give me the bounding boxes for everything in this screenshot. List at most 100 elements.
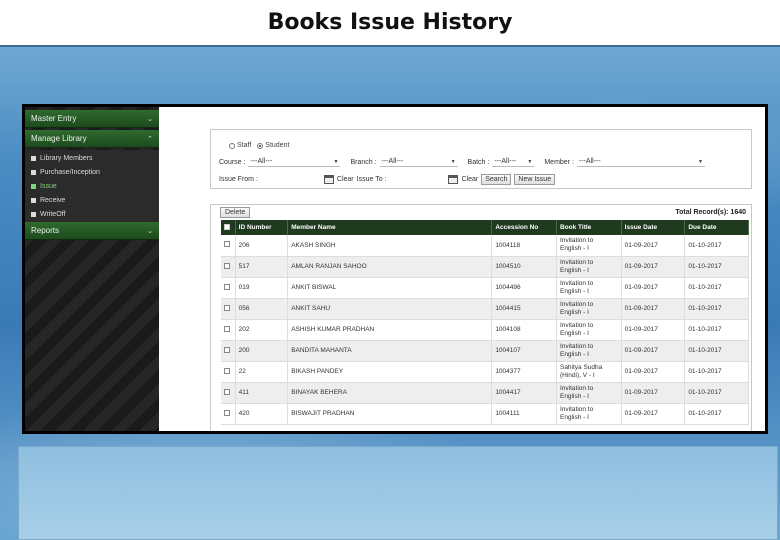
- radio-student[interactable]: Student: [257, 142, 289, 149]
- column-header-member-name[interactable]: Member Name: [287, 220, 493, 235]
- app-screenshot: Master Entry ⌄ Manage Library ⌃ Library …: [22, 104, 768, 434]
- branch-label: Branch :: [350, 158, 377, 166]
- dropdown-arrow-icon: ▼: [450, 158, 456, 165]
- member-select[interactable]: ---All--- ▼: [576, 157, 705, 167]
- column-header-due-date[interactable]: Due Date: [684, 220, 749, 235]
- accession-no-cell: 1004107: [491, 340, 557, 362]
- calendar-icon[interactable]: [448, 175, 459, 184]
- search-button[interactable]: Search: [481, 174, 512, 185]
- book-title-cell: Invitation to English - I: [556, 319, 622, 341]
- branch-select[interactable]: ---All--- ▼: [379, 157, 458, 167]
- book-title-line: Invitation to: [559, 405, 594, 413]
- filter-row: Course : ---All--- ▼ Branch : ---All--- …: [219, 157, 715, 167]
- sidebar-section-label: Reports: [31, 226, 60, 235]
- due-date-cell: 01-10-2017: [684, 382, 749, 404]
- row-select-cell: [221, 256, 236, 278]
- row-checkbox[interactable]: [224, 325, 230, 332]
- date-filter-row: Issue From : Clear Issue To : Clear Sear…: [219, 174, 556, 185]
- book-title-line: Invitation to: [559, 384, 594, 392]
- table-row[interactable]: 517 AMLAN RANJAN SAHOO 1004510 Invitation t…: [221, 256, 749, 278]
- issue-to-label: Issue To :: [356, 176, 387, 183]
- row-checkbox[interactable]: [224, 409, 230, 416]
- clear-issue-to-link[interactable]: Clear: [461, 176, 478, 183]
- sidebar-item-label: Library Members: [40, 154, 93, 162]
- radio-staff[interactable]: Staff: [229, 142, 251, 149]
- book-title-line: Invitation to: [559, 321, 594, 329]
- book-title-cell: Invitation to English - I: [556, 235, 622, 257]
- book-title-line: English - I: [559, 245, 589, 253]
- column-header-book-title[interactable]: Book Title: [556, 220, 622, 235]
- id-cell: 019: [235, 277, 289, 299]
- row-checkbox[interactable]: [224, 262, 230, 269]
- row-checkbox[interactable]: [224, 367, 230, 374]
- book-title-line: English - I: [559, 413, 589, 421]
- row-checkbox[interactable]: [224, 346, 230, 353]
- book-title-line: Invitation to: [559, 300, 594, 308]
- book-title-line: English - I: [559, 392, 589, 400]
- row-checkbox[interactable]: [224, 388, 230, 395]
- book-title-line: Sahitya Sudha: [559, 363, 603, 371]
- table-header-row: ID Number Member Name Accession No Book …: [221, 220, 749, 235]
- book-title-line: Invitation to: [559, 237, 594, 245]
- row-select-cell: [221, 340, 236, 362]
- new-issue-button[interactable]: New Issue: [514, 174, 556, 185]
- sidebar-item-writeoff[interactable]: WriteOff: [25, 207, 159, 221]
- due-date-cell: 01-10-2017: [684, 256, 749, 278]
- book-title-cell: Invitation to English - I: [556, 382, 622, 404]
- sidebar-section-label: Manage Library: [31, 134, 87, 143]
- accession-no-cell: 1004377: [491, 361, 557, 383]
- issue-date-cell: 01-09-2017: [621, 319, 686, 341]
- column-header-id[interactable]: ID Number: [235, 220, 289, 235]
- column-header-accession-no[interactable]: Accession No: [491, 220, 557, 235]
- table-row[interactable]: 200 BANDITA MAHANTA 1004107 Invitation to En…: [221, 340, 749, 362]
- sidebar-item-purchase-inception[interactable]: Purchase/Inception: [25, 165, 159, 179]
- delete-button[interactable]: Delete: [220, 207, 251, 218]
- clear-issue-from-link[interactable]: Clear: [337, 176, 354, 183]
- sidebar-item-receive[interactable]: Receive: [25, 193, 159, 207]
- select-all-checkbox[interactable]: [224, 223, 230, 230]
- member-name-cell: ANKIT BISWAL: [287, 277, 493, 299]
- issue-date-cell: 01-09-2017: [621, 277, 686, 299]
- sidebar-section-reports[interactable]: Reports ⌄: [25, 222, 159, 240]
- sidebar-section-manage-library[interactable]: Manage Library ⌃: [25, 130, 159, 148]
- table-row[interactable]: 202 ASHISH KUMAR PRADHAN 1004108 Invitation…: [221, 319, 749, 341]
- table-row[interactable]: 22 BIKASH PANDEY 1004377 Sahitya Sudha (Hind…: [221, 361, 749, 383]
- issue-history-table-panel: Delete Total Record(s): 1640 ID Number M…: [210, 204, 752, 431]
- row-checkbox[interactable]: [224, 241, 230, 248]
- book-title-line: (Hindi), V - I: [559, 371, 595, 379]
- member-name-cell: ASHISH KUMAR PRADHAN: [287, 319, 493, 341]
- sidebar-item-library-members[interactable]: Library Members: [25, 151, 159, 165]
- table-row[interactable]: 206 AKASH SINGH 1004118 Invitation to Englis…: [221, 235, 749, 257]
- id-cell: 056: [235, 298, 289, 320]
- member-name-cell: BANDITA MAHANTA: [287, 340, 493, 362]
- bullet-icon: [31, 211, 36, 217]
- calendar-icon[interactable]: [323, 175, 334, 184]
- member-name-cell: AMLAN RANJAN SAHOO: [287, 256, 493, 278]
- batch-select[interactable]: ---All--- ▼: [492, 157, 535, 167]
- book-title-line: English - I: [559, 287, 589, 295]
- issue-date-cell: 01-09-2017: [621, 298, 686, 320]
- book-title-line: Invitation to: [559, 258, 594, 266]
- table-row[interactable]: 056 ANKIT SAHU 1004415 Invitation to English…: [221, 298, 749, 320]
- course-select-value: ---All---: [250, 158, 273, 165]
- due-date-cell: 01-10-2017: [684, 277, 749, 299]
- column-header-issue-date[interactable]: Issue Date: [621, 220, 686, 235]
- course-select[interactable]: ---All--- ▼: [248, 157, 341, 167]
- id-cell: 517: [235, 256, 289, 278]
- member-name-cell: ANKIT SAHU: [287, 298, 493, 320]
- sidebar-item-issue[interactable]: Issue: [25, 179, 159, 193]
- row-checkbox[interactable]: [224, 304, 230, 311]
- row-checkbox[interactable]: [224, 283, 230, 290]
- branch-select-value: ---All---: [381, 158, 404, 165]
- table-row[interactable]: 411 BINAYAK BEHERA 1004417 Invitation to Eng…: [221, 382, 749, 404]
- row-select-cell: [221, 403, 236, 425]
- sidebar-submenu: Library Members Purchase/Inception Issue…: [25, 150, 159, 222]
- table-row[interactable]: 420 BISWAJIT PRADHAN 1004111 Invitation to E…: [221, 403, 749, 425]
- due-date-cell: 01-10-2017: [684, 403, 749, 425]
- bullet-icon: [31, 197, 36, 203]
- table-row[interactable]: 019 ANKIT BISWAL 1004496 Invitation to Engli…: [221, 277, 749, 299]
- id-cell: 200: [235, 340, 289, 362]
- sidebar-section-master-entry[interactable]: Master Entry ⌄: [25, 110, 159, 128]
- slide-title: Books Issue History: [267, 10, 513, 35]
- course-filter: Course : ---All--- ▼: [219, 157, 341, 167]
